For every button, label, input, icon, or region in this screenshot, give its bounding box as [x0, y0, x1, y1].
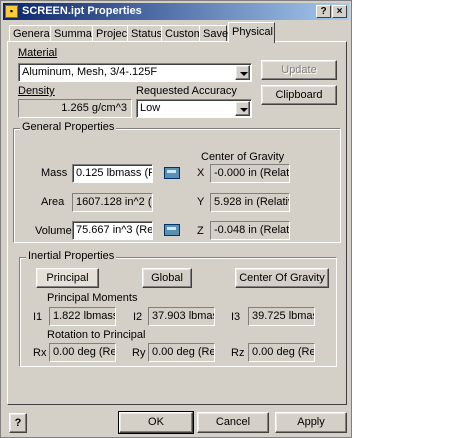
volume-calculator-icon[interactable]	[164, 224, 180, 236]
accuracy-value: Low	[140, 102, 161, 114]
ok-button[interactable]: OK	[118, 411, 194, 434]
clipboard-button[interactable]: Clipboard	[261, 85, 337, 105]
help-title-icon[interactable]: ?	[316, 5, 331, 18]
rx-label: Rx	[33, 347, 47, 359]
tab-custom[interactable]: Custom	[161, 25, 203, 42]
update-button[interactable]: Update	[261, 60, 337, 80]
tab-general[interactable]: General	[9, 25, 53, 42]
accuracy-label: Requested Accuracy	[136, 85, 237, 97]
density-label: Density	[18, 85, 55, 97]
chevron-down-icon[interactable]	[235, 101, 250, 116]
cog-z-label: Z	[197, 225, 204, 237]
tab-save[interactable]: Save	[199, 25, 229, 42]
principal-moments-title: Principal Moments	[47, 292, 138, 304]
physical-tab-panel: Material Aluminum, Mesh, 3/4-.125F Updat…	[7, 41, 347, 405]
volume-label: Volume	[35, 225, 72, 237]
rz-field: 0.00 deg (Rela	[248, 343, 315, 362]
rx-field: 0.00 deg (Rela	[49, 343, 116, 362]
cog-x-field: -0.000 in (Relative	[210, 164, 290, 183]
window-title: SCREEN.ipt Properties	[22, 5, 142, 17]
inventor-part-icon: ▪	[5, 5, 18, 18]
area-label: Area	[41, 196, 65, 208]
mass-label: Mass	[41, 167, 68, 179]
accuracy-dropdown[interactable]: Low	[136, 99, 252, 118]
title-bar: ▪ SCREEN.ipt Properties ? ×	[3, 3, 349, 20]
material-dropdown[interactable]: Aluminum, Mesh, 3/4-.125F	[18, 63, 252, 82]
cancel-button[interactable]: Cancel	[197, 412, 269, 433]
area-field: 1607.128 in^2 (Re	[72, 193, 153, 212]
properties-dialog: ▪ SCREEN.ipt Properties ? × General Summ…	[0, 0, 352, 438]
i1-label: I1	[33, 311, 43, 323]
i3-label: I3	[231, 311, 241, 323]
ry-field: 0.00 deg (Rela	[148, 343, 215, 362]
mass-field[interactable]: 0.125 lbmass (Rela	[72, 164, 153, 183]
close-icon[interactable]: ×	[332, 5, 347, 18]
inertial-properties-group: Inertial Properties Principal Global Cen…	[19, 250, 337, 367]
ry-label: Ry	[132, 347, 146, 359]
tab-status-label: Status	[131, 28, 163, 40]
material-value: Aluminum, Mesh, 3/4-.125F	[22, 66, 158, 78]
mass-calculator-icon[interactable]	[164, 167, 180, 179]
rotation-title: Rotation to Principal	[47, 329, 146, 341]
material-label: Material	[18, 47, 58, 59]
i3-field: 39.725 lbmass	[248, 307, 315, 326]
principal-button[interactable]: Principal	[36, 268, 99, 288]
tab-status[interactable]: Status	[127, 25, 162, 42]
tab-general-label: General	[13, 28, 53, 40]
i2-label: I2	[133, 311, 143, 323]
inertial-properties-title: Inertial Properties	[26, 250, 117, 262]
cog-x-label: X	[197, 167, 205, 179]
tab-save-label: Save	[203, 28, 229, 40]
i2-field: 37.903 lbmass	[148, 307, 215, 326]
global-button[interactable]: Global	[142, 268, 192, 288]
volume-field[interactable]: 75.667 in^3 (Relat	[72, 221, 153, 240]
tab-project-label: Project	[96, 28, 131, 40]
i1-field: 1.822 lbmass ir	[49, 307, 116, 326]
tab-project[interactable]: Project	[92, 25, 131, 42]
cog-y-label: Y	[197, 196, 205, 208]
center-of-gravity-button[interactable]: Center Of Gravity	[235, 268, 329, 288]
tab-physical-label: Physical	[232, 26, 273, 38]
general-properties-group: General Properties Mass 0.125 lbmass (Re…	[13, 121, 341, 243]
rz-label: Rz	[231, 347, 245, 359]
apply-button[interactable]: Apply	[275, 412, 347, 433]
general-properties-title: General Properties	[20, 121, 117, 133]
help-button[interactable]: ?	[9, 413, 27, 433]
tab-physical[interactable]: Physical	[228, 22, 275, 43]
tab-summary[interactable]: Summary	[50, 25, 101, 42]
cog-title: Center of Gravity	[201, 151, 285, 163]
chevron-down-icon[interactable]	[235, 65, 250, 80]
cog-y-field: 5.928 in (Relative I	[210, 193, 290, 212]
density-value: 1.265 g/cm^3	[18, 99, 132, 118]
tab-custom-label: Custom	[165, 28, 203, 40]
cog-z-field: -0.048 in (Relative	[210, 221, 290, 240]
